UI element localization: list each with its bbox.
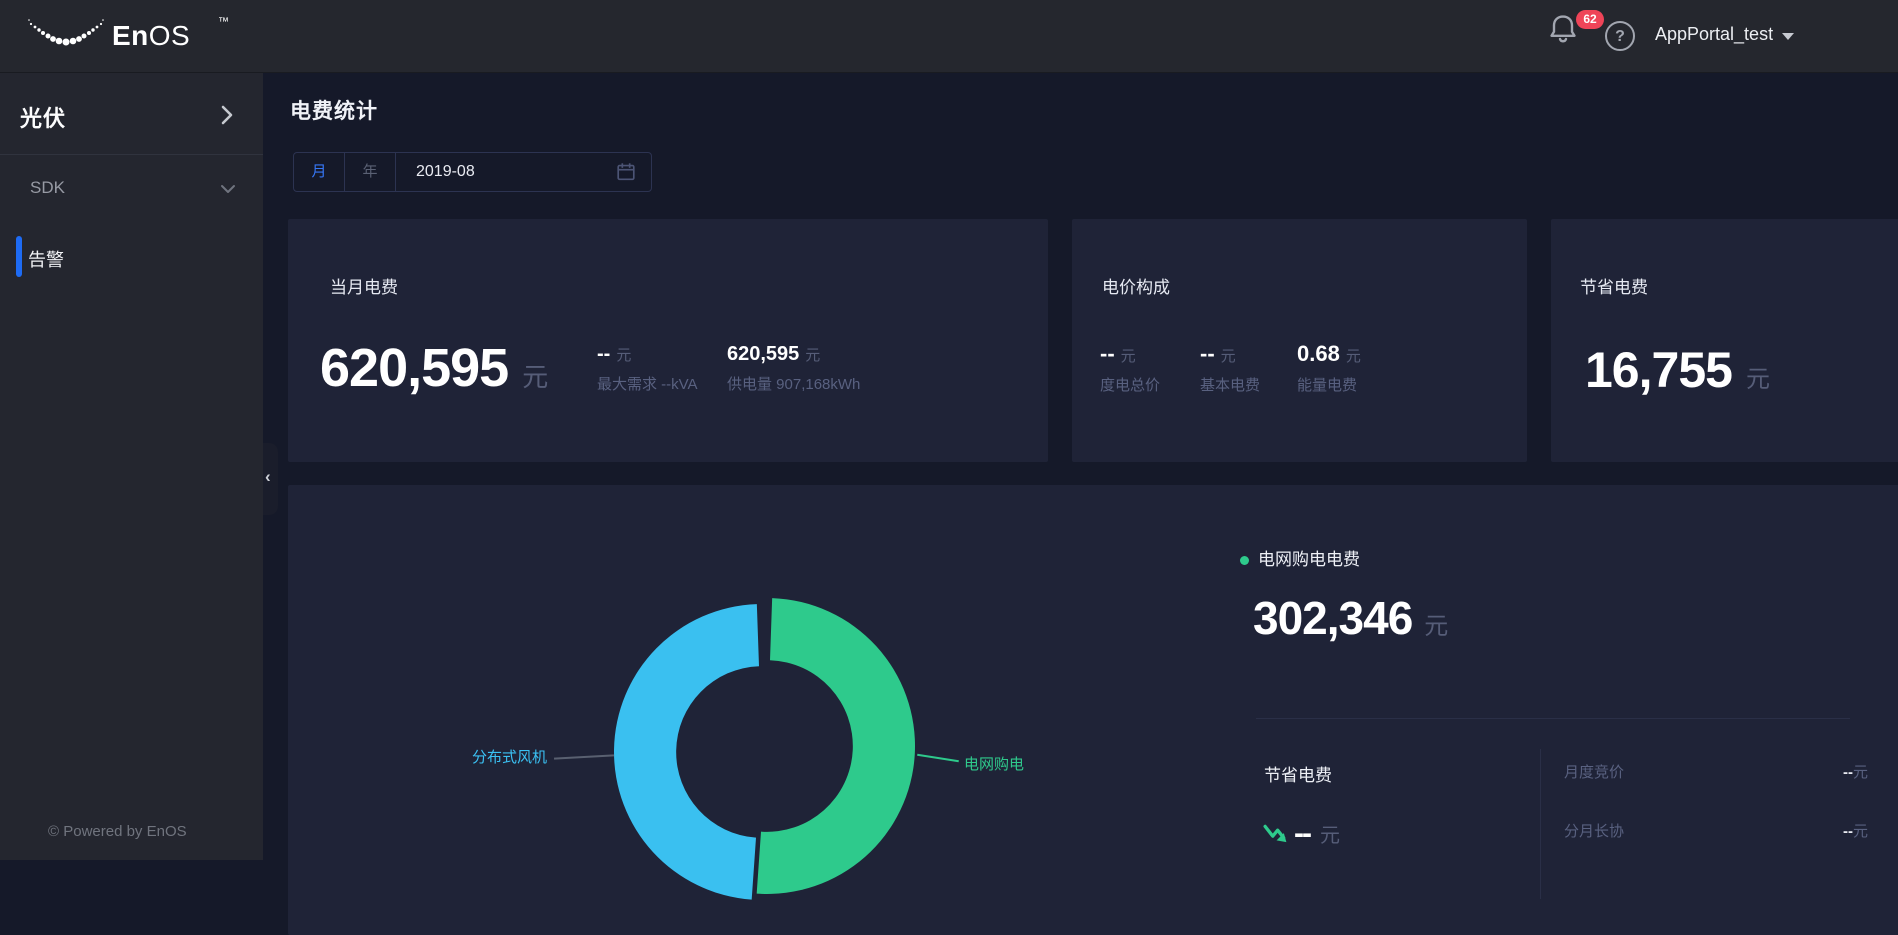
grid-fee-unit: 元 [1424,606,1448,641]
chevron-down-icon[interactable] [220,183,236,195]
chevron-left-icon: ‹ [265,467,271,487]
notification-badge: 62 [1576,10,1604,29]
donut-connector-right [917,754,959,763]
card-saved-fee: 节省电费 16,755 元 [1551,219,1898,462]
stat-label: 最大需求 --kVA [597,373,698,394]
donut-label-grid[interactable]: 电网购电 [964,753,1024,774]
saving-fee-unit: 元 [1320,819,1340,848]
row-unit: 元 [1853,764,1868,781]
enos-logo-icon [26,16,106,58]
sidebar-divider [0,154,263,155]
stat-label: 度电总价 [1100,374,1160,395]
breakdown-row-monthly-bid: 月度竞价 --元 [1564,761,1868,782]
stat-unit: 元 [1221,348,1236,365]
base-fee-stat: -- 元 基本电费 [1200,341,1260,395]
monthly-fee-unit: 元 [522,357,548,394]
top-bar: EnOS ™ 62 ? AppPortal_test [0,0,1898,73]
grid-fee-value-row: 302,346 元 [1253,591,1448,645]
grid-fee-label: 电网购电电费 [1258,545,1360,570]
card-fee-breakdown: 分布式风机 电网购电 电网购电电费 302,346 元 节省电费 -- 元 月度… [288,485,1898,935]
fee-donut-chart [602,592,922,912]
saving-fee-value: -- [1294,820,1310,848]
calendar-icon[interactable] [615,161,637,183]
sidebar: 光伏 SDK 告警 © Powered by EnOS [0,73,263,860]
stat-value: -- [1200,341,1215,366]
supply-stat: 620,595 元 供电量 907,168kWh [727,343,860,394]
toggle-month-button[interactable]: 月 [294,153,345,191]
active-item-indicator [16,236,22,277]
stat-label: 基本电费 [1200,374,1260,395]
saving-fee-label: 节省电费 [1264,761,1332,786]
row-label: 分月长协 [1564,820,1624,841]
grid-fee-value: 302,346 [1253,591,1412,645]
stat-unit: 元 [1121,348,1136,365]
brand-trademark: ™ [218,16,229,28]
saving-fee-row: -- 元 [1262,819,1340,848]
question-mark-icon: ? [1615,28,1625,45]
card-monthly-fee: 当月电费 620,595 元 -- 元 最大需求 --kVA 620,595 元 供… [288,219,1048,462]
vertical-divider [1540,749,1541,899]
row-value: -- [1843,764,1853,781]
chevron-right-icon[interactable] [220,104,234,126]
legend-dot-icon [1240,556,1249,565]
toggle-year-button[interactable]: 年 [345,153,396,191]
donut-slice-分布式风机[interactable] [614,604,759,900]
card-title: 当月电费 [330,273,398,298]
stat-value: -- [1100,341,1115,366]
sidebar-item-sdk[interactable]: SDK [30,178,65,198]
stat-unit: 元 [805,347,820,364]
row-unit: 元 [1853,823,1868,840]
brand-os: OS [149,20,190,51]
stat-value: 620,595 [727,343,799,365]
main-content: 电费统计 月 年 2019-08 当月电费 620,595 元 --元 最大需求… [263,73,1898,860]
period-date-control: 月 年 2019-08 [293,152,652,192]
unit-price-stat: -- 元 度电总价 [1100,341,1160,395]
sidebar-item-alert[interactable]: 告警 [28,246,64,272]
bell-icon [1548,12,1578,46]
energy-fee-stat: 0.68 元 能量电费 [1297,341,1361,395]
date-picker-value: 2019-08 [416,153,475,191]
sidebar-item-pv[interactable]: 光伏 [20,101,66,133]
monthly-fee-value: 620,595 [320,337,508,399]
powered-by-footer: © Powered by EnOS [48,823,187,840]
card-title: 节省电费 [1580,273,1648,298]
stat-value: -- [597,343,610,365]
stat-label: 能量电费 [1297,374,1361,395]
trend-down-icon [1262,822,1290,846]
stat-unit: 元 [616,347,631,364]
max-demand-stat: -- 元 最大需求 --kVA [597,343,698,394]
row-value: -- [1843,823,1853,840]
sidebar-collapse-button[interactable]: ‹ [263,443,278,515]
donut-label-wind[interactable]: 分布式风机 [472,746,547,767]
notifications-button[interactable]: 62 [1548,12,1606,60]
help-button[interactable]: ? [1605,21,1635,51]
brand-en: En [112,20,149,51]
stat-label: 供电量 907,168kWh [727,373,860,394]
user-menu[interactable]: AppPortal_test [1655,24,1773,45]
donut-slice-电网购电[interactable] [757,598,915,894]
date-picker-field[interactable]: 2019-08 [396,153,651,191]
brand-logo-text: EnOS [112,20,190,52]
saved-fee-value: 16,755 [1585,341,1732,399]
page-title: 电费统计 [290,95,378,125]
breakdown-row-monthly-contract: 分月长协 --元 [1564,820,1868,841]
card-price-composition: 电价构成 -- 元 度电总价 -- 元 基本电费 0.68 元 能量电费 [1072,219,1527,462]
stat-unit: 元 [1346,348,1361,365]
stat-value: 0.68 [1297,341,1340,366]
saved-fee-unit: 元 [1746,359,1770,394]
chevron-down-icon [1782,33,1794,40]
card-title: 电价构成 [1102,273,1170,298]
row-label: 月度竞价 [1564,761,1624,782]
horizontal-divider [1256,718,1850,719]
